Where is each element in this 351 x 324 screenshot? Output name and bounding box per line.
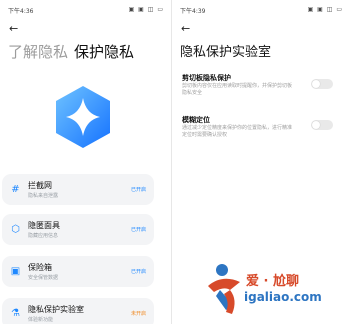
- card-subtitle: 安全保管数据: [28, 275, 59, 281]
- fuzzy-location-toggle[interactable]: [311, 120, 333, 130]
- title-light: 了解隐私: [8, 43, 69, 61]
- cube-icon: ⬡: [11, 224, 20, 235]
- card-status: 已开启: [130, 227, 146, 233]
- card-status: 已开启: [130, 269, 146, 275]
- clipboard-toggle[interactable]: [311, 79, 333, 89]
- title-dark: 保护隐私: [74, 43, 135, 61]
- toggle-knob: [312, 80, 320, 88]
- option-title-fuzzy-location: 模糊定位: [182, 116, 210, 124]
- card-status: 未开启: [130, 311, 146, 317]
- back-arrow-icon[interactable]: ←: [181, 22, 190, 35]
- card-title: 保险箱: [28, 263, 52, 272]
- back-arrow-icon[interactable]: ←: [9, 22, 18, 35]
- watermark-url: igaliao.com: [244, 290, 322, 304]
- card-title: 隐匿面具: [28, 221, 60, 230]
- status-icons: ▣ ▣ ◫ ▭: [307, 6, 343, 13]
- card-title: 隐私保护实验室: [28, 305, 84, 314]
- status-icons: ▣ ▣ ◫ ▭: [128, 6, 164, 13]
- card-subtitle: 隐藏应用信息: [28, 233, 59, 239]
- status-time: 下午4:36: [8, 8, 34, 15]
- option-desc-clipboard: 剪切板内容仅在应用读取时提醒你，并保护剪切板隐私安全: [182, 83, 293, 96]
- option-desc-fuzzy-location: 通过减少定位精度来保护你的位置隐私，进行精准定位时需要确认授权: [182, 125, 293, 138]
- safe-icon: ▣: [10, 266, 21, 277]
- page-title: 隐私保护实验室: [180, 45, 272, 60]
- watermark-text: 爱 · 尬聊: [246, 274, 299, 289]
- card-safe-box[interactable]: ▣ 保险箱 安全保管数据 已开启: [2, 256, 154, 287]
- status-bar: 下午4:39 ▣ ▣ ◫ ▭: [180, 6, 343, 16]
- left-screen: 下午4:36 ▣ ▣ ◫ ▭ ← 了解隐私 保护隐私 # 拦截网 隐私来自泄露 已…: [0, 0, 172, 324]
- page-title: 了解隐私 保护隐私: [8, 41, 134, 62]
- card-subtitle: 隐私来自泄露: [28, 193, 59, 199]
- toggle-knob: [312, 121, 320, 129]
- privacy-shield-icon: [56, 86, 110, 148]
- option-title-clipboard: 剪切板隐私保护: [182, 74, 231, 82]
- card-hidden-mask[interactable]: ⬡ 隐匿面具 隐藏应用信息 已开启: [2, 214, 154, 245]
- status-time: 下午4:39: [180, 8, 206, 15]
- card-title: 拦截网: [28, 181, 52, 190]
- card-status: 已开启: [130, 187, 146, 193]
- status-bar: 下午4:36 ▣ ▣ ◫ ▭: [8, 6, 164, 16]
- card-subtitle: 体验新功能: [28, 317, 54, 323]
- card-privacy-lab[interactable]: ⚗ 隐私保护实验室 体验新功能 未开启: [2, 298, 154, 324]
- lab-icon: ⚗: [11, 308, 20, 319]
- hash-icon: #: [11, 184, 20, 195]
- card-interception-net[interactable]: # 拦截网 隐私来自泄露 已开启: [2, 174, 154, 205]
